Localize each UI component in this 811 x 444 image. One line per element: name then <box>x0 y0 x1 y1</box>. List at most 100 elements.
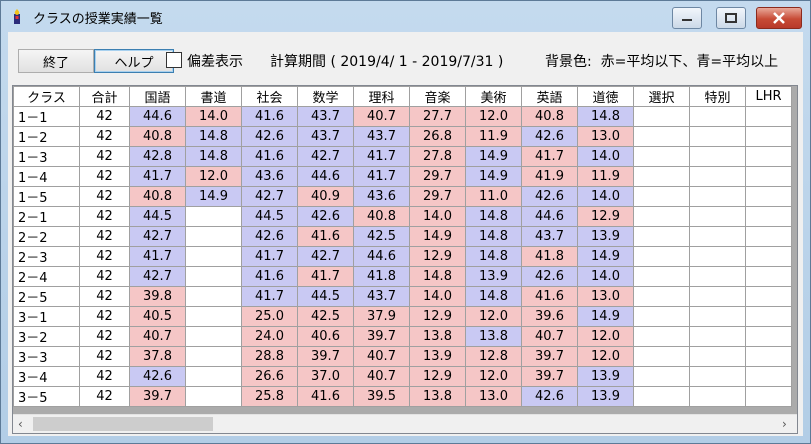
table-cell[interactable]: 27.8 <box>409 146 466 167</box>
table-cell[interactable]: 14.8 <box>465 226 522 247</box>
table-cell[interactable]: 40.8 <box>521 106 578 127</box>
table-cell[interactable]: 14.8 <box>577 106 634 127</box>
table-cell[interactable]: 44.6 <box>129 106 186 127</box>
table-cell[interactable]: 40.7 <box>353 366 410 387</box>
table-cell[interactable] <box>633 206 690 227</box>
table-cell[interactable]: 12.9 <box>409 306 466 327</box>
table-cell[interactable]: 42 <box>79 166 130 187</box>
table-cell[interactable]: 41.6 <box>241 106 298 127</box>
class-name-cell[interactable]: 2－5 <box>13 286 80 307</box>
table-cell[interactable]: 24.0 <box>241 326 298 347</box>
table-cell[interactable] <box>689 346 746 367</box>
class-name-cell[interactable]: 2－4 <box>13 266 80 287</box>
table-cell[interactable]: 29.7 <box>409 166 466 187</box>
table-cell[interactable]: 11.0 <box>465 186 522 207</box>
table-cell[interactable] <box>745 146 792 167</box>
table-cell[interactable]: 41.7 <box>129 246 186 267</box>
table-cell[interactable]: 12.0 <box>465 366 522 387</box>
class-name-cell[interactable]: 1－3 <box>13 146 80 167</box>
table-cell[interactable]: 41.9 <box>521 166 578 187</box>
column-header[interactable]: 英語 <box>521 86 578 107</box>
table-cell[interactable]: 39.7 <box>521 346 578 367</box>
table-cell[interactable]: 14.9 <box>465 146 522 167</box>
table-cell[interactable]: 40.7 <box>353 346 410 367</box>
table-cell[interactable]: 37.9 <box>353 306 410 327</box>
table-cell[interactable] <box>633 106 690 127</box>
table-cell[interactable]: 42.5 <box>297 306 354 327</box>
table-cell[interactable] <box>689 206 746 227</box>
table-cell[interactable] <box>745 306 792 327</box>
table-cell[interactable]: 43.7 <box>353 126 410 147</box>
table-cell[interactable]: 37.0 <box>297 366 354 387</box>
table-row[interactable]: 2－5 42 39.8 41.7 44.5 43.7 14.0 14.8 41.6 13.0 <box>13 286 792 307</box>
table-cell[interactable] <box>185 246 242 267</box>
table-cell[interactable]: 42.5 <box>353 226 410 247</box>
table-row[interactable]: 1－2 42 40.8 14.8 42.6 43.7 43.7 26.8 11.9 42.6 13.… <box>13 126 792 147</box>
table-cell[interactable]: 39.7 <box>521 366 578 387</box>
end-button[interactable]: 終了 <box>18 49 94 73</box>
table-cell[interactable]: 14.9 <box>577 246 634 267</box>
scroll-right-arrow-icon[interactable]: › <box>782 417 787 431</box>
table-row[interactable]: 1－5 42 40.8 14.9 42.7 40.9 43.6 29.7 11.0 42.6 14.… <box>13 186 792 207</box>
table-cell[interactable]: 13.0 <box>465 386 522 407</box>
class-name-cell[interactable]: 1－5 <box>13 186 80 207</box>
table-cell[interactable]: 42 <box>79 286 130 307</box>
table-cell[interactable] <box>633 326 690 347</box>
class-name-cell[interactable]: 3－3 <box>13 346 80 367</box>
column-header[interactable]: 美術 <box>465 86 522 107</box>
table-cell[interactable]: 43.6 <box>353 186 410 207</box>
table-cell[interactable]: 13.8 <box>409 326 466 347</box>
deviation-checkbox[interactable] <box>166 52 182 68</box>
minimize-button[interactable] <box>672 7 702 29</box>
table-cell[interactable]: 12.0 <box>185 166 242 187</box>
table-cell[interactable] <box>689 266 746 287</box>
table-cell[interactable]: 41.7 <box>353 166 410 187</box>
table-cell[interactable]: 11.9 <box>465 126 522 147</box>
table-cell[interactable]: 39.7 <box>297 346 354 367</box>
table-cell[interactable]: 39.6 <box>521 306 578 327</box>
table-cell[interactable]: 41.8 <box>353 266 410 287</box>
table-cell[interactable]: 13.9 <box>465 266 522 287</box>
table-cell[interactable] <box>185 346 242 367</box>
table-cell[interactable]: 42 <box>79 186 130 207</box>
table-cell[interactable]: 25.0 <box>241 306 298 327</box>
table-row[interactable]: 2－2 42 42.7 42.6 41.6 42.5 14.9 14.8 43.7 13.9 <box>13 226 792 247</box>
table-cell[interactable] <box>185 286 242 307</box>
table-cell[interactable] <box>689 246 746 267</box>
class-name-cell[interactable]: 3－5 <box>13 386 80 407</box>
table-cell[interactable]: 42.7 <box>297 146 354 167</box>
table-cell[interactable] <box>689 146 746 167</box>
table-cell[interactable]: 13.0 <box>577 286 634 307</box>
table-cell[interactable]: 42.6 <box>521 386 578 407</box>
table-cell[interactable] <box>185 366 242 387</box>
table-cell[interactable]: 13.8 <box>409 386 466 407</box>
table-cell[interactable] <box>185 306 242 327</box>
table-cell[interactable]: 13.8 <box>465 326 522 347</box>
table-cell[interactable]: 42 <box>79 246 130 267</box>
table-cell[interactable]: 14.8 <box>409 266 466 287</box>
class-name-cell[interactable]: 2－2 <box>13 226 80 247</box>
table-cell[interactable] <box>185 326 242 347</box>
table-cell[interactable] <box>689 286 746 307</box>
table-cell[interactable]: 14.9 <box>409 226 466 247</box>
scroll-thumb[interactable] <box>33 417 213 431</box>
class-name-cell[interactable]: 1－1 <box>13 106 80 127</box>
table-cell[interactable]: 12.9 <box>409 246 466 267</box>
table-row[interactable]: 3－4 42 42.6 26.6 37.0 40.7 12.9 12.0 39.7 13.9 <box>13 366 792 387</box>
table-cell[interactable] <box>185 226 242 247</box>
table-cell[interactable]: 40.7 <box>129 326 186 347</box>
table-cell[interactable]: 12.0 <box>465 306 522 327</box>
table-cell[interactable] <box>633 286 690 307</box>
table-cell[interactable]: 12.0 <box>577 326 634 347</box>
table-row[interactable]: 1－4 42 41.7 12.0 43.6 44.6 41.7 29.7 14.9 41.9 11.… <box>13 166 792 187</box>
table-cell[interactable] <box>633 166 690 187</box>
table-cell[interactable]: 40.8 <box>129 126 186 147</box>
table-cell[interactable] <box>689 366 746 387</box>
column-header[interactable]: 書道 <box>185 86 242 107</box>
table-cell[interactable]: 42.6 <box>521 266 578 287</box>
table-cell[interactable]: 43.7 <box>297 106 354 127</box>
table-cell[interactable]: 12.0 <box>465 106 522 127</box>
table-cell[interactable] <box>745 286 792 307</box>
table-cell[interactable] <box>689 226 746 247</box>
table-cell[interactable]: 42.6 <box>297 206 354 227</box>
